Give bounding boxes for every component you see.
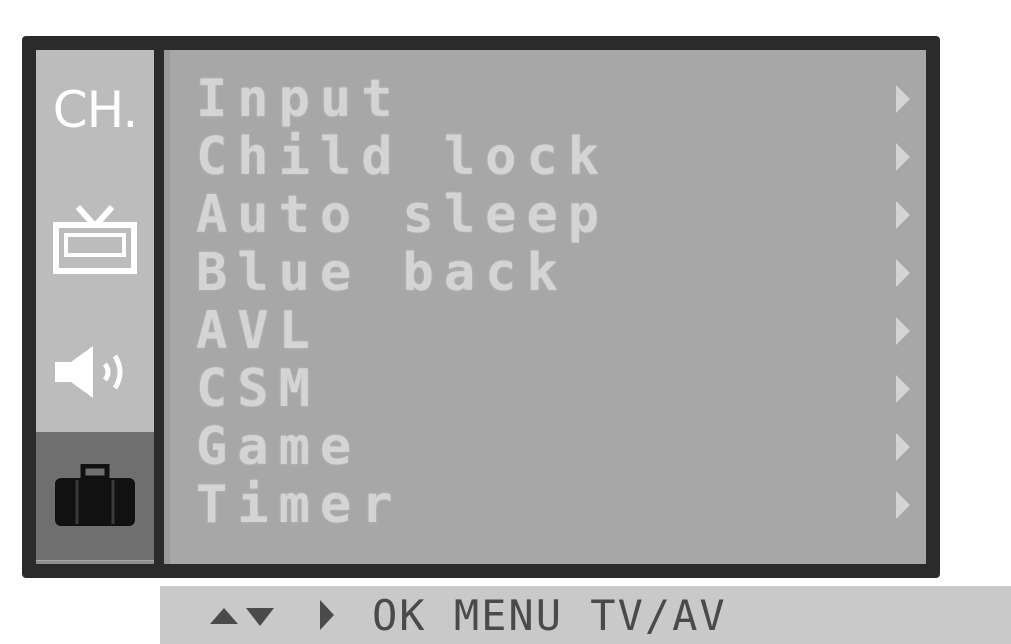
menu-item-avl[interactable]: AVL <box>196 301 926 361</box>
toolbox-icon <box>55 464 135 526</box>
menu-item-input[interactable]: Input <box>196 69 926 129</box>
menu-item-label: Game <box>196 417 362 477</box>
menu-item-auto-sleep[interactable]: Auto sleep <box>196 185 926 245</box>
menu-item-csm[interactable]: CSM <box>196 359 926 419</box>
menu-item-label: AVL <box>196 301 320 361</box>
menu-item-timer[interactable]: Timer <box>196 475 926 535</box>
menu-item-game[interactable]: Game <box>196 417 926 477</box>
menu-item-list: Input Child lock Auto sleep Blue back AV… <box>196 69 926 535</box>
menu-item-label: Blue back <box>196 243 568 303</box>
menu-item-child-lock[interactable]: Child lock <box>196 127 926 187</box>
hint-text: OK MENU TV/AV <box>372 590 727 640</box>
navigation-hint-bar: OK MENU TV/AV <box>160 586 1011 644</box>
tab-sound[interactable] <box>36 312 154 433</box>
menu-item-label: Input <box>196 69 403 129</box>
tab-special[interactable] <box>36 432 154 561</box>
tab-channel[interactable]: CH. <box>36 50 154 171</box>
tv-icon <box>53 205 137 274</box>
right-arrow-icon <box>320 600 334 630</box>
submenu-arrow-icon <box>896 491 910 519</box>
submenu-arrow-icon <box>896 143 910 171</box>
speaker-icon <box>55 346 123 398</box>
tab-channel-label: CH. <box>52 81 139 139</box>
submenu-arrow-icon <box>896 85 910 113</box>
menu-item-label: Auto sleep <box>196 185 610 245</box>
up-down-arrows-icon <box>210 608 274 626</box>
tab-picture[interactable] <box>36 170 154 313</box>
menu-item-label: CSM <box>196 359 320 419</box>
submenu-arrow-icon <box>896 375 910 403</box>
submenu-arrow-icon <box>896 201 910 229</box>
submenu-arrow-icon <box>896 259 910 287</box>
menu-item-label: Child lock <box>196 127 610 187</box>
menu-item-label: Timer <box>196 475 403 535</box>
submenu-arrow-icon <box>896 317 910 345</box>
menu-item-blue-back[interactable]: Blue back <box>196 243 926 303</box>
submenu-arrow-icon <box>896 433 910 461</box>
